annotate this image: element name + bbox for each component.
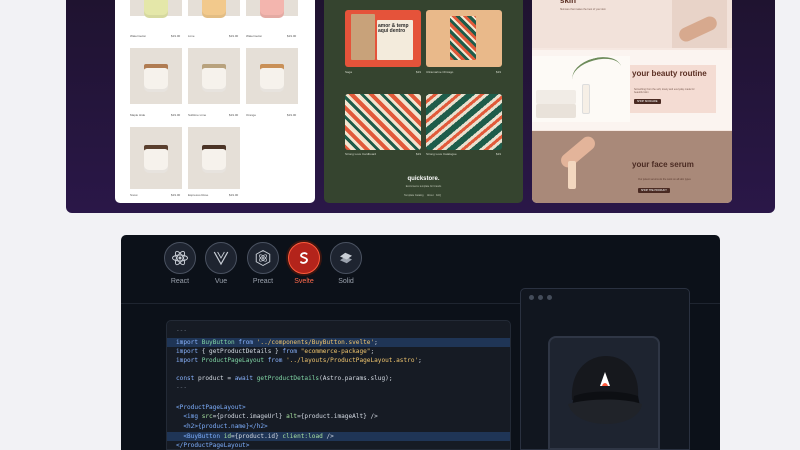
tab-vue[interactable]: Vue [204,242,238,285]
template-tile-price: $19 [496,152,502,156]
product-price: $19.00 [171,34,181,38]
product-price: $19.00 [229,113,239,117]
template-tile-price: $19 [496,70,502,74]
product-name: Lime [188,34,195,38]
hero-section: skin Skincare that makes the best of you… [532,0,732,48]
svelte-icon [288,242,320,274]
react-icon [164,242,196,274]
serum-bottle [568,161,576,189]
product-price: $19.00 [287,113,297,117]
serum-text: Our potent serums do the work on all ski… [638,178,691,181]
product-name: Watermelon [246,34,263,38]
tab-svelte[interactable]: Svelte [287,242,321,285]
product-thumbnail[interactable] [130,0,182,18]
code-line: import BuyButton from '../components/Buy… [176,339,378,346]
tab-label: Vue [214,278,228,285]
tab-react[interactable]: React [163,242,197,285]
code-line: <ProductPageLayout> [176,404,246,411]
template-tile-price: $19 [416,70,422,74]
code-line: import ProductPageLayout from '../layout… [176,357,422,364]
code-editor[interactable]: --- import BuyButton from '../components… [166,320,511,450]
hand-photo [672,0,727,48]
template-tile[interactable] [426,94,502,150]
cap-image [568,356,642,424]
hero-heading: skin [560,0,577,5]
code-line: <BuyButton id={product.id} client:load /… [176,433,334,440]
footer-link[interactable]: About [427,194,434,197]
product-thumbnail[interactable] [130,127,182,189]
template-tile[interactable] [345,94,421,150]
template-tile[interactable]: amor & temp aqui dentro [345,10,421,67]
template-tile-label: Strong Love Catalogue [426,152,457,156]
product-name: Maple Hide [130,113,146,117]
tab-label: Svelte [294,278,314,285]
code-line: const product = await getProductDetails(… [176,375,393,382]
template-tile-label: Saga [345,70,353,74]
bag-print-text: amor & temp aqui dentro [378,23,409,34]
product-thumbnail[interactable] [188,127,240,189]
phone-preview [548,336,660,450]
tab-label: Solid [338,278,354,285]
beauty-landing-card[interactable]: skin Skincare that makes the best of you… [532,0,732,203]
product-price: $19.00 [229,34,239,38]
routine-heading: your beauty routine [632,69,707,78]
product-name: Snow [130,193,138,197]
routine-text: Something from the soft, lovely and ever… [634,88,695,94]
vue-icon [205,242,237,274]
store-product-grid-card[interactable]: Watermelon $19.00 Lime $19.00 Watermelon… [115,0,315,203]
template-tile[interactable] [426,10,502,67]
routine-section: your beauty routine Something from the s… [532,50,732,130]
preact-icon [247,242,279,274]
product-price: $19.00 [171,113,181,117]
code-line: import { getProductDetails } from "ecomm… [176,348,375,355]
tab-solid[interactable]: Solid [329,242,363,285]
product-thumbnail[interactable] [246,0,298,18]
product-price: $19.00 [229,193,239,197]
product-price: $19.00 [287,34,297,38]
template-tile-price: $19 [416,152,422,156]
product-thumbnail[interactable] [188,0,240,18]
brand-logo: quickstore. [407,176,440,182]
product-name: Espresso Rose [188,193,209,197]
code-line: --- [176,384,188,391]
footer-link[interactable]: FAQ [436,194,441,197]
product-name: Watermelon [130,34,147,38]
solid-icon [330,242,362,274]
towels-photo [532,52,630,122]
shop-product-button[interactable]: SHOP THE PRODUCT [638,188,670,193]
template-tile-label: Strong Love Cardboard [345,152,377,156]
tab-label: React [170,278,190,285]
code-line: <h2>{product.name}</h2> [176,423,268,430]
serum-heading: your face serum [632,160,694,169]
tab-label: Preact [252,278,274,285]
window-controls [529,295,552,300]
hand-photo [558,133,598,171]
code-line: --- [176,327,188,334]
product-name: Sublime Lime [188,113,207,117]
serum-section: your face serum Our potent serums do the… [532,131,732,203]
shop-skincare-button[interactable]: SHOP SKINCARE [634,99,661,104]
product-thumbnail[interactable] [188,48,240,104]
hero-text: Skincare that makes the best of your ski… [560,8,606,11]
tab-preact[interactable]: Preact [246,242,280,285]
code-line: <img src={product.imageUrl} alt={product… [176,413,378,420]
brand-tagline: Ecommerce template for brands [405,185,442,188]
template-tile-label: Ultramarine Chicago [426,70,454,74]
product-thumbnail[interactable] [130,48,182,104]
product-price: $19.00 [171,193,181,197]
code-line: </ProductPageLayout> [176,442,250,449]
product-thumbnail[interactable] [246,48,298,104]
template-catalog-card[interactable]: amor & temp aqui dentro Saga $19 Ultrama… [324,0,523,203]
product-name: Orange [246,113,257,117]
footer-link[interactable]: Template Catalog [404,194,423,197]
